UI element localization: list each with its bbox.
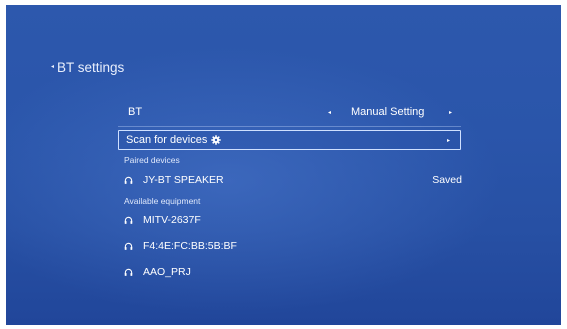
- bt-label: BT: [128, 106, 143, 118]
- tv-screen: ◂ BT settings BT ◂ Manual Setting ▸ Scan…: [6, 5, 561, 325]
- headphones-icon: [124, 242, 133, 250]
- headphones-icon: [124, 268, 133, 276]
- device-name: F4:4E:FC:BB:5B:BF: [143, 240, 237, 252]
- divider: [118, 126, 461, 127]
- headphones-icon: [124, 216, 133, 224]
- scan-for-devices-button[interactable]: Scan for devices ▸: [118, 130, 461, 150]
- back-arrow-icon[interactable]: ◂: [51, 63, 54, 70]
- available-device-row[interactable]: AAO_PRJ: [124, 264, 462, 280]
- device-name: JY-BT SPEAKER: [143, 174, 224, 186]
- bt-mode-value: Manual Setting: [351, 106, 425, 118]
- bt-mode-selector[interactable]: BT ◂ Manual Setting ▸: [118, 101, 461, 123]
- paired-devices-heading: Paired devices: [124, 155, 180, 165]
- available-equipment-heading: Available equipment: [124, 196, 201, 206]
- paired-device-row[interactable]: JY-BT SPEAKER Saved: [124, 172, 462, 188]
- page-title-label: BT settings: [57, 60, 125, 75]
- available-device-row[interactable]: F4:4E:FC:BB:5B:BF: [124, 238, 462, 254]
- page-title[interactable]: ◂ BT settings: [51, 60, 124, 75]
- headphones-icon: [124, 176, 133, 184]
- device-status: Saved: [432, 174, 462, 186]
- previous-option-icon[interactable]: ◂: [328, 109, 331, 116]
- scan-label: Scan for devices: [126, 134, 208, 146]
- chevron-right-icon: ▸: [446, 137, 450, 144]
- device-name: MITV-2637F: [143, 214, 201, 226]
- device-name: AAO_PRJ: [143, 266, 191, 278]
- next-option-icon[interactable]: ▸: [449, 109, 452, 116]
- gear-icon: [211, 135, 222, 145]
- available-device-row[interactable]: MITV-2637F: [124, 212, 462, 228]
